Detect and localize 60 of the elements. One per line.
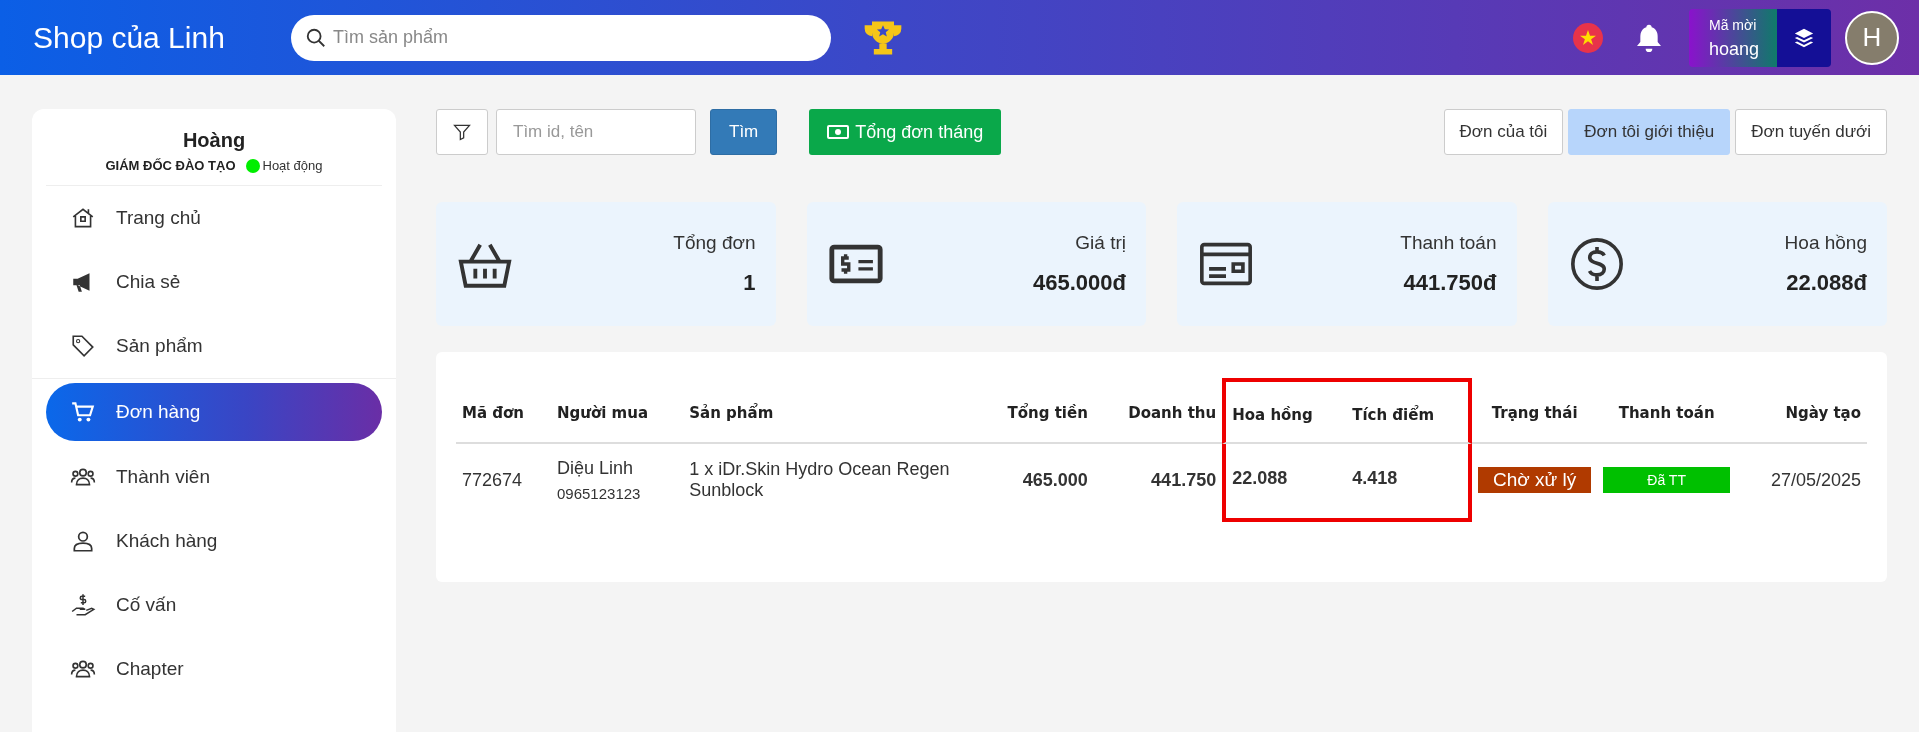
column-header: Trạng thái — [1471, 378, 1598, 444]
stat-value: 1 — [742, 270, 756, 296]
user-status: Hoạt động — [262, 158, 323, 173]
column-header: Hoa hồng — [1222, 378, 1347, 444]
table-cell: 4.418 — [1346, 444, 1472, 522]
layers-icon — [1793, 26, 1815, 49]
column-header: Người mua — [551, 378, 684, 444]
sidebar-item[interactable]: Thành viên — [46, 445, 382, 509]
sidebar-item[interactable]: Chia sẻ — [46, 250, 382, 314]
filter-tab[interactable]: Đơn tuyến dưới — [1735, 109, 1887, 155]
filter-button[interactable] — [436, 109, 488, 155]
column-header: Thanh toán — [1597, 378, 1736, 444]
status-dot — [245, 158, 260, 173]
payment-badge: Đã TT — [1603, 467, 1730, 493]
stat-value: 465.000đ — [1033, 270, 1126, 296]
stat-label: Thanh toán — [1400, 232, 1497, 254]
sidebar-item[interactable]: Sản phẩm — [46, 314, 382, 378]
search-icon — [305, 26, 327, 49]
buyer-phone: 0965123123 — [557, 485, 642, 502]
table-cell-text: 772674 — [461, 468, 524, 492]
status-badge: Chờ xử lý — [1477, 467, 1592, 493]
sidebar-item[interactable]: Trang chủ — [46, 186, 382, 250]
column-header: Sản phẩm — [683, 378, 976, 444]
stat-label: Tổng đơn — [673, 232, 756, 254]
column-header: Tích điểm — [1346, 378, 1472, 444]
brand-title[interactable]: Shop của Linh — [33, 20, 291, 55]
buyer-name: Diệu Linh — [557, 458, 635, 479]
column-header: Tổng tiền — [975, 378, 1094, 444]
column-header: Ngày tạo — [1735, 378, 1867, 444]
filter-icon — [452, 122, 472, 142]
column-header: Doanh thu — [1093, 378, 1223, 444]
sidebar-item[interactable]: Cố vấn — [46, 573, 382, 637]
search-field[interactable]: Tìm id, tên — [496, 109, 696, 155]
column-header: Mã đơn — [456, 378, 551, 444]
search-button[interactable]: Tìm — [710, 109, 778, 155]
flag-icon[interactable] — [1573, 22, 1603, 53]
hand-coin-icon — [70, 592, 96, 618]
stat-label: Giá trị — [1074, 232, 1126, 254]
sidebar-item[interactable]: Khách hàng — [46, 509, 382, 573]
banknote-icon — [827, 124, 850, 140]
table-cell-text: 441.750 — [1150, 468, 1218, 492]
table-cell: 22.088 — [1222, 444, 1347, 522]
invite-label: Mã mời — [1709, 16, 1758, 33]
layers-button[interactable] — [1777, 8, 1831, 67]
filter-tab[interactable]: Đơn tôi giới thiệu — [1568, 109, 1731, 155]
stat-value: 441.750đ — [1402, 270, 1497, 296]
user-name: Hoàng — [181, 129, 247, 152]
search-field[interactable]: Tìm sản phẩm — [291, 14, 831, 61]
invite-code: hoang — [1709, 38, 1761, 60]
table-cell-text: 465.000 — [1021, 468, 1089, 492]
tag-icon — [70, 333, 96, 359]
table-cell-text: 27/05/2025 — [1769, 468, 1862, 492]
avatar[interactable]: H — [1845, 10, 1899, 65]
sidebar-item[interactable]: Chapter — [46, 637, 382, 701]
filter-tab[interactable]: Đơn của tôi — [1443, 109, 1564, 155]
sidebar-item[interactable]: Đơn hàng — [46, 383, 382, 441]
user-role: GIÁM ĐỐC ĐÀO TẠO — [105, 158, 236, 173]
table-cell-text: 1 x iDr.Skin Hydro Ocean Regen Sunblock — [688, 458, 951, 502]
stat-value: 22.088đ — [1785, 270, 1867, 296]
stat-label: Hoa hồng — [1784, 232, 1867, 254]
